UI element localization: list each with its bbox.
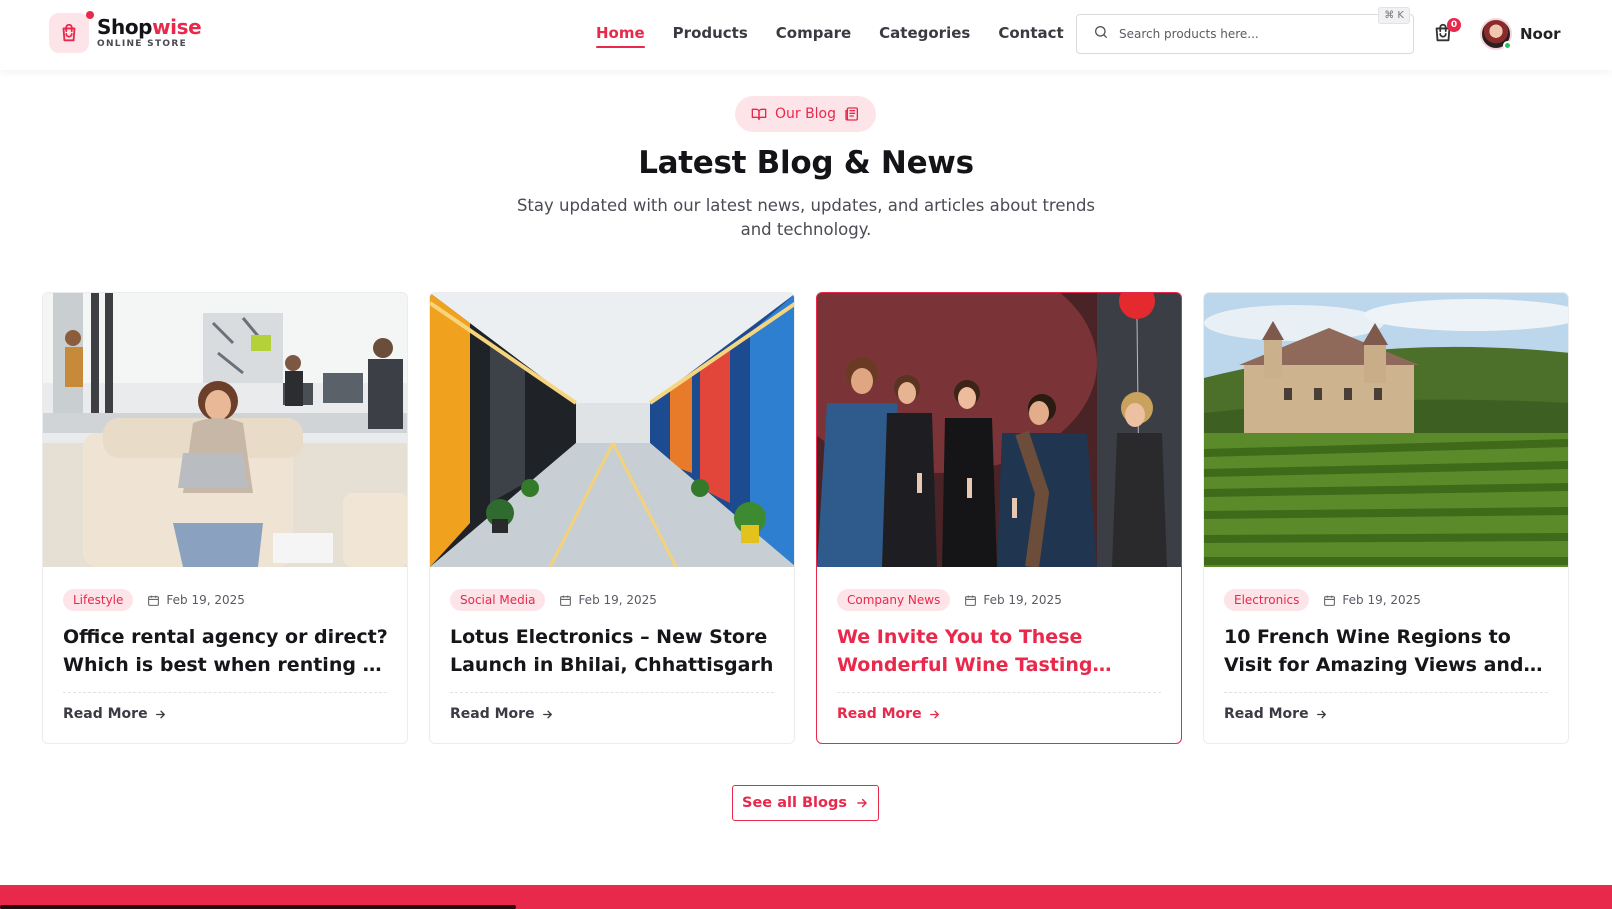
blog-card[interactable]: Electronics Feb 19, 2025 10 French Wine … xyxy=(1203,292,1569,744)
read-more-link[interactable]: Read More xyxy=(1224,706,1328,722)
nav-home[interactable]: Home xyxy=(596,24,645,48)
category-tag[interactable]: Electronics xyxy=(1224,589,1310,611)
read-more-label: Read More xyxy=(837,706,922,722)
user-name: Noor xyxy=(1520,25,1561,43)
section-pill-label: Our Blog xyxy=(774,106,837,122)
newspaper-icon xyxy=(845,107,859,121)
read-more-link[interactable]: Read More xyxy=(450,706,554,722)
category-tag[interactable]: Company News xyxy=(837,589,951,611)
see-all-blogs-button[interactable]: See all Blogs xyxy=(732,785,879,821)
mall-photo[interactable] xyxy=(430,293,794,567)
shopping-bag-icon xyxy=(49,11,94,53)
search-shortcut-hint: ⌘ K xyxy=(1378,7,1410,24)
avatar xyxy=(1480,18,1512,50)
read-more-label: Read More xyxy=(63,706,148,722)
calendar-icon xyxy=(965,595,977,606)
brand-tagline: ONLINE STORE xyxy=(97,39,188,49)
site-header: Shopwise ONLINE STORE Home Products Comp… xyxy=(0,0,1612,70)
section-pill: Our Blog xyxy=(735,96,876,132)
party-photo[interactable] xyxy=(817,293,1181,567)
read-more-link[interactable]: Read More xyxy=(837,706,941,722)
blog-card[interactable]: Lifestyle Feb 19, 2025 Office rental age… xyxy=(42,292,408,744)
post-date: Feb 19, 2025 xyxy=(559,593,657,607)
arrow-right-icon xyxy=(155,710,165,718)
post-date-text: Feb 19, 2025 xyxy=(166,593,245,607)
calendar-icon xyxy=(1324,595,1336,606)
card-divider xyxy=(450,692,774,693)
office-photo[interactable] xyxy=(43,293,407,567)
nav-compare[interactable]: Compare xyxy=(776,24,851,46)
post-date-text: Feb 19, 2025 xyxy=(578,593,657,607)
post-title[interactable]: Office rental agency or direct? Which is… xyxy=(63,623,389,679)
post-title[interactable]: We Invite You to These Wonderful Wine Ta… xyxy=(837,623,1163,679)
blog-card[interactable]: Social Media Feb 19, 2025 Lotus Electron… xyxy=(429,292,795,744)
book-open-icon xyxy=(751,108,767,120)
nav-categories[interactable]: Categories xyxy=(879,24,970,46)
arrow-right-icon xyxy=(1316,710,1326,718)
nav-products[interactable]: Products xyxy=(673,24,748,46)
read-more-label: Read More xyxy=(1224,706,1309,722)
user-menu[interactable]: Noor xyxy=(1480,18,1561,50)
search-box[interactable]: ⌘ K xyxy=(1076,7,1414,54)
calendar-icon xyxy=(560,595,572,606)
card-divider xyxy=(837,692,1161,693)
arrow-right-icon xyxy=(542,710,552,718)
footer-edge xyxy=(0,905,516,909)
search-input[interactable] xyxy=(1119,27,1369,41)
post-date: Feb 19, 2025 xyxy=(147,593,245,607)
read-more-label: Read More xyxy=(450,706,535,722)
search-icon xyxy=(1093,24,1109,44)
post-title[interactable]: 10 French Wine Regions to Visit for Amaz… xyxy=(1224,623,1550,679)
card-divider xyxy=(1224,692,1548,693)
post-date-text: Feb 19, 2025 xyxy=(1342,593,1421,607)
logo-dot xyxy=(86,11,94,19)
calendar-icon xyxy=(148,595,160,606)
nav-contact[interactable]: Contact xyxy=(998,24,1063,46)
main-nav: Home Products Compare Categories Contact xyxy=(596,24,1064,48)
arrow-right-icon xyxy=(857,798,867,808)
brand-name: Shopwise xyxy=(97,15,202,39)
arrow-right-icon xyxy=(929,710,939,718)
online-status-dot xyxy=(1503,41,1512,50)
cart-button[interactable]: 0 xyxy=(1432,18,1461,46)
category-tag[interactable]: Lifestyle xyxy=(63,589,134,611)
post-date-text: Feb 19, 2025 xyxy=(983,593,1062,607)
section-subtitle: Stay updated with our latest news, updat… xyxy=(516,196,1096,239)
post-title[interactable]: Lotus Electronics – New Store Launch in … xyxy=(450,623,776,679)
category-tag[interactable]: Social Media xyxy=(450,589,546,611)
post-date: Feb 19, 2025 xyxy=(964,593,1062,607)
cart-count-badge: 0 xyxy=(1447,18,1461,32)
see-all-blogs-label: See all Blogs xyxy=(742,795,847,811)
read-more-link[interactable]: Read More xyxy=(63,706,167,722)
section-title: Latest Blog & News xyxy=(638,145,974,181)
chateau-photo[interactable] xyxy=(1204,293,1568,567)
blog-card[interactable]: Company News Feb 19, 2025 We Invite You … xyxy=(816,292,1182,744)
logo[interactable]: Shopwise ONLINE STORE xyxy=(49,11,202,53)
post-date: Feb 19, 2025 xyxy=(1323,593,1421,607)
card-divider xyxy=(63,692,387,693)
